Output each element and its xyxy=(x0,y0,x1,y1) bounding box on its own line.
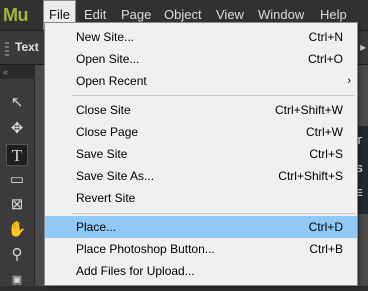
menu-item-label: Open Site... xyxy=(76,52,140,66)
rectangle-tool-icon[interactable]: ▭ xyxy=(6,169,28,191)
menu-item-shortcut: Ctrl+W xyxy=(306,125,343,139)
muse-logo: Mu xyxy=(3,5,29,25)
menu-item-open-recent[interactable]: Open Recent › xyxy=(45,70,357,92)
menu-item-shortcut: Ctrl+B xyxy=(309,242,343,256)
menu-item-shortcut: Ctrl+S xyxy=(309,147,343,161)
file-menu-dropdown: New Site... Ctrl+N Open Site... Ctrl+O O… xyxy=(44,22,358,286)
toolbar-text-label: Text xyxy=(15,40,39,54)
hand-tool-icon[interactable]: ✋ xyxy=(6,219,28,241)
tools-collapse-icon[interactable]: « xyxy=(0,65,34,79)
menu-item-place-photoshop-button[interactable]: Place Photoshop Button... Ctrl+B xyxy=(45,238,357,260)
zoom-tool-icon[interactable]: ⚲ xyxy=(6,244,28,266)
menu-item-label: Open Recent xyxy=(76,74,147,88)
tools-panel: « ↖ ✥ T ▭ ⊠ ✋ ⚲ ▣ xyxy=(0,65,35,286)
menu-item-shortcut: Ctrl+Shift+S xyxy=(278,169,343,183)
menu-item-place[interactable]: Place... Ctrl+D xyxy=(45,216,357,238)
menu-separator xyxy=(72,213,355,214)
menu-separator xyxy=(72,95,355,96)
menu-item-close-page[interactable]: Close Page Ctrl+W xyxy=(45,121,357,143)
menu-item-shortcut: Ctrl+O xyxy=(307,52,343,66)
menu-item-label: Close Page xyxy=(76,125,139,139)
toolbar-grip-icon[interactable] xyxy=(5,42,9,56)
image-frame-tool-icon[interactable]: ⊠ xyxy=(6,194,28,216)
selection-tool-icon[interactable]: ↖ xyxy=(6,92,28,114)
menu-item-label: Place... xyxy=(76,220,117,234)
menu-item-label: Place Photoshop Button... xyxy=(76,242,215,256)
menu-item-shortcut: Ctrl+D xyxy=(308,220,343,234)
menu-item-label: Close Site xyxy=(76,103,131,117)
menu-item-add-files-for-upload[interactable]: Add Files for Upload... xyxy=(45,260,357,282)
menu-item-label: Add Files for Upload... xyxy=(76,264,195,278)
menu-item-close-site[interactable]: Close Site Ctrl+Shift+W xyxy=(45,99,357,121)
crop-tool-icon[interactable]: ✥ xyxy=(6,118,28,140)
menu-item-save-site-as[interactable]: Save Site As... Ctrl+Shift+S xyxy=(45,165,357,187)
menu-item-shortcut: Ctrl+N xyxy=(308,30,343,44)
menu-item-label: New Site... xyxy=(76,30,135,44)
menu-item-label: Revert Site xyxy=(76,191,136,205)
menu-item-revert-site[interactable]: Revert Site xyxy=(45,187,357,209)
fill-color-icon[interactable]: ▣ xyxy=(6,269,28,291)
menu-item-new-site[interactable]: New Site... Ctrl+N xyxy=(45,26,357,48)
submenu-arrow-icon: › xyxy=(347,75,351,87)
menu-item-save-site[interactable]: Save Site Ctrl+S xyxy=(45,143,357,165)
menu-item-label: Save Site As... xyxy=(76,169,155,183)
text-tool-icon[interactable]: T xyxy=(6,144,28,166)
menu-item-open-site[interactable]: Open Site... Ctrl+O xyxy=(45,48,357,70)
menu-item-shortcut: Ctrl+Shift+W xyxy=(274,103,343,117)
menu-item-label: Save Site xyxy=(76,147,128,161)
